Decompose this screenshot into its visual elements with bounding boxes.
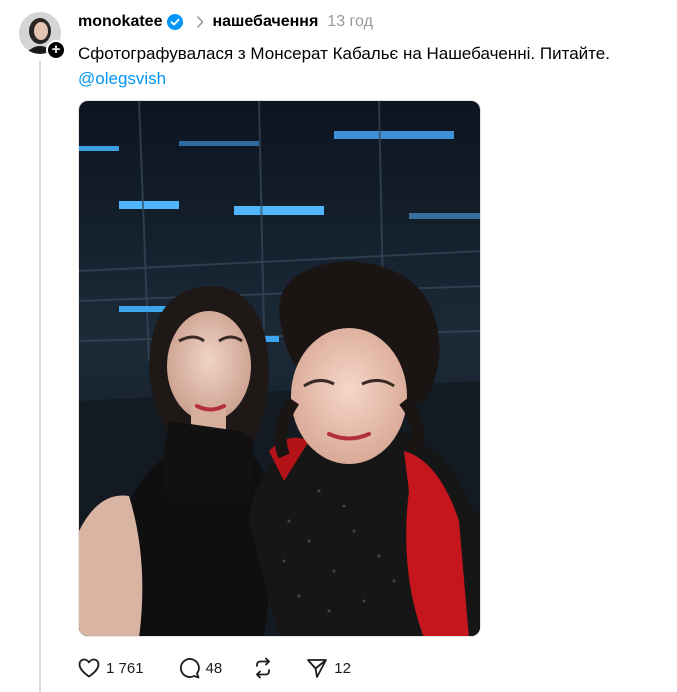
topic-tag[interactable]: нашебачення: [212, 13, 318, 31]
repost-button[interactable]: [252, 657, 274, 679]
send-button[interactable]: 12: [306, 657, 351, 679]
post-actions: 1 761 48 12: [78, 656, 351, 680]
send-count: 12: [334, 659, 351, 677]
like-button[interactable]: 1 761: [78, 658, 144, 678]
post-timestamp[interactable]: 13 год: [327, 13, 373, 31]
comment-bubble-icon: [178, 657, 200, 679]
post-text: Сфотографувалася з Монсерат Кабальє на Н…: [78, 44, 610, 63]
mention-link[interactable]: @olegsvish: [78, 66, 166, 92]
comment-button[interactable]: 48: [178, 657, 223, 679]
follow-plus-icon[interactable]: +: [46, 40, 66, 60]
repost-icon: [252, 657, 274, 679]
like-count: 1 761: [106, 659, 144, 677]
heart-icon: [78, 658, 100, 678]
send-icon: [306, 657, 328, 679]
thread-line: [39, 61, 41, 692]
comment-count: 48: [205, 659, 223, 677]
verified-badge-icon: [167, 14, 184, 30]
author-username[interactable]: monokatee: [78, 13, 162, 31]
post-photo[interactable]: [78, 100, 481, 637]
post-header: monokatee нашебачення 13 год: [78, 10, 373, 34]
chevron-right-icon: [196, 16, 204, 28]
